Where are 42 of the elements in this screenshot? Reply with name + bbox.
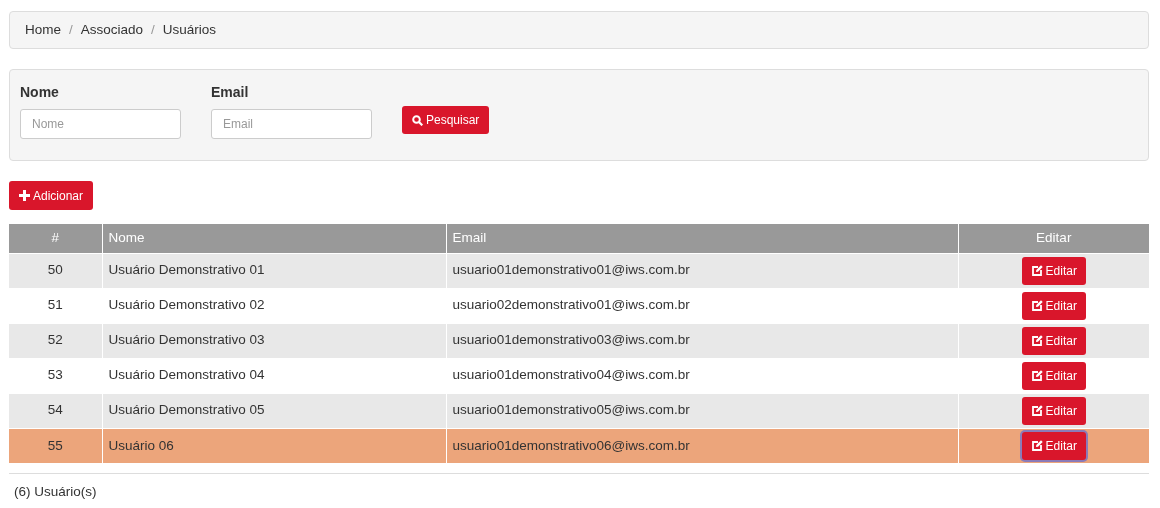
field-label: Nome [20, 83, 60, 102]
table-cell: usuario01demonstrativo03@iws.com.br [446, 323, 958, 358]
breadcrumb-separator: / [68, 20, 74, 39]
table-cell: Usuário Demonstrativo 03 [102, 323, 446, 358]
table-cell: 50 [9, 253, 102, 288]
table-cell: usuario01demonstrativo01@iws.com.br [446, 253, 958, 288]
edit-button[interactable]: Editar [1021, 361, 1086, 390]
table-cell: 52 [9, 323, 102, 358]
search-icon [412, 114, 423, 126]
edit-button[interactable]: Editar [1021, 396, 1086, 425]
table-cell: Usuário 06 [102, 428, 446, 463]
search-button[interactable]: Pesquisar [402, 106, 490, 134]
edit-button[interactable]: Editar [1021, 431, 1086, 460]
edit-button[interactable]: Editar [1021, 256, 1086, 285]
edit-icon [1030, 439, 1043, 452]
table-cell: usuario01demonstrativo05@iws.com.br [446, 393, 958, 428]
edit-icon [1030, 264, 1043, 277]
breadcrumb-link[interactable]: Home [25, 19, 61, 41]
column-header: Email [446, 224, 958, 253]
table-cell: Usuário Demonstrativo 05 [102, 393, 446, 428]
edit-icon [1030, 369, 1043, 382]
edit-icon [1030, 299, 1043, 312]
column-header: Nome [102, 224, 446, 253]
edit-button[interactable]: Editar [1021, 291, 1086, 320]
table-cell: usuario01demonstrativo06@iws.com.br [446, 428, 958, 463]
edit-button[interactable]: Editar [1021, 326, 1086, 355]
edit-icon [1030, 334, 1043, 347]
field-label: Email [211, 83, 250, 102]
breadcrumb-separator: / [150, 20, 156, 39]
column-header: # [9, 224, 102, 253]
table-cell: Usuário Demonstrativo 01 [102, 253, 446, 288]
breadcrumb-link[interactable]: Associado [80, 19, 144, 41]
plus-icon [19, 190, 30, 201]
table-cell: 54 [9, 393, 102, 428]
add-button[interactable]: Adicionar [9, 181, 94, 210]
input-field[interactable]: Email [211, 109, 372, 139]
record-count: (6) Usuário(s) [14, 484, 97, 499]
edit-icon [1030, 404, 1043, 417]
column-header: Editar [958, 224, 1149, 253]
breadcrumb-current: Usuários [162, 20, 217, 39]
input-field[interactable]: Nome [20, 109, 181, 139]
table-cell: 55 [9, 428, 102, 463]
